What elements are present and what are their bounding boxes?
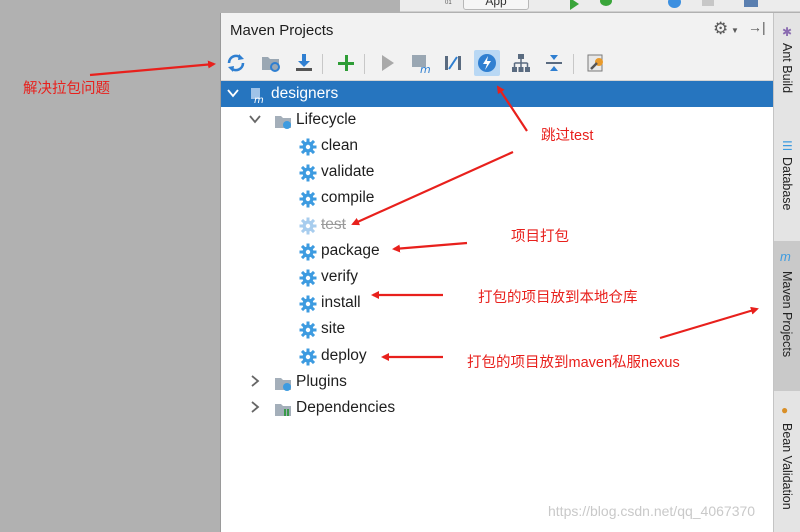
- ant-icon: ✱: [782, 25, 793, 39]
- watermark: https://blog.csdn.net/qq_4067370: [548, 503, 756, 519]
- folder-refresh-icon: [262, 57, 280, 72]
- run-icon[interactable]: [570, 0, 579, 10]
- tree-label-goal: verify: [321, 268, 359, 285]
- gear-icon: [299, 269, 317, 287]
- panel-title: Maven Projects: [230, 22, 334, 39]
- tree-node-goal-test[interactable]: test: [221, 212, 774, 238]
- annotation-package: 项目打包: [511, 229, 569, 245]
- chevron-right-icon[interactable]: [248, 374, 262, 388]
- tree-node-goal-package[interactable]: package: [221, 238, 774, 264]
- tree-label-goal: clean: [321, 137, 359, 154]
- tree-node-dependencies[interactable]: Dependencies: [221, 395, 774, 421]
- plus-icon: [338, 55, 354, 71]
- chevron-down-icon[interactable]: ▼: [731, 26, 739, 35]
- lightning-icon: [478, 54, 496, 72]
- tree-label-goal: validate: [321, 163, 375, 181]
- annotation-reimport: 解决拉包问题: [23, 81, 110, 97]
- toggle-offline-button[interactable]: [440, 50, 466, 76]
- gear-icon: [299, 295, 317, 313]
- annotation-skip-test: 跳过test: [541, 128, 594, 144]
- gear-icon: [299, 164, 317, 182]
- tab-maven-projects[interactable]: m Maven Projects: [774, 241, 800, 391]
- hide-panel-icon[interactable]: →|: [748, 19, 766, 35]
- tree-label-goal: site: [321, 320, 346, 338]
- wrench-icon: [587, 54, 603, 72]
- settings-button[interactable]: [583, 50, 609, 76]
- tiny-label: 01: [445, 0, 452, 6]
- execute-goal-button[interactable]: m: [407, 50, 433, 76]
- tree-node-goal-site[interactable]: site: [221, 316, 774, 342]
- svg-text:m: m: [254, 95, 264, 104]
- arrow-reimport: [89, 60, 216, 77]
- tab-bean-validation-label: Bean Validation: [780, 423, 794, 510]
- tab-database[interactable]: ☰ Database: [774, 131, 800, 231]
- tree-label-goal: compile: [321, 189, 375, 207]
- maven-goal-icon: m: [412, 55, 431, 74]
- generate-sources-button[interactable]: [258, 50, 284, 76]
- tree-label-dependencies: Dependencies: [296, 399, 396, 416]
- right-tool-strip: ✱ Ant Build ☰ Database m Maven Projects …: [773, 13, 800, 532]
- maven-toolbar: m: [221, 46, 774, 81]
- bean-icon: ●: [781, 403, 789, 417]
- tree-label-goal: package: [321, 241, 380, 259]
- tree-label-lifecycle: Lifecycle: [296, 111, 357, 128]
- hierarchy-icon: [512, 54, 530, 72]
- ide-top-toolbar: 01 App: [400, 0, 800, 12]
- maven-icon: m: [780, 249, 791, 264]
- download-sources-button[interactable]: [291, 50, 317, 76]
- tab-bean-validation[interactable]: ● Bean Validation: [774, 399, 800, 532]
- collapse-all-button[interactable]: [541, 50, 567, 76]
- structure-icon[interactable]: [744, 0, 758, 7]
- run-config-select[interactable]: App: [463, 0, 529, 10]
- skip-tests-button[interactable]: [474, 50, 500, 76]
- chevron-down-icon[interactable]: [248, 112, 262, 126]
- tree-label-goal: install: [321, 294, 361, 312]
- tree-node-lifecycle[interactable]: Lifecycle: [221, 107, 774, 133]
- folder-plugin-icon: [275, 378, 291, 391]
- stop-icon[interactable]: [702, 0, 714, 6]
- gear-icon: [299, 321, 317, 339]
- collapse-icon: [546, 55, 562, 71]
- chevron-down-icon[interactable]: [226, 86, 240, 100]
- tab-ant-build-label: Ant Build: [780, 43, 794, 94]
- refresh-icon: [227, 54, 245, 72]
- database-icon: ☰: [782, 139, 793, 153]
- show-dependencies-button[interactable]: [508, 50, 534, 76]
- tree-label-goal: deploy: [321, 346, 367, 364]
- tab-maven-projects-label: Maven Projects: [780, 271, 794, 358]
- annotation-install: 打包的项目放到本地仓库: [478, 290, 638, 306]
- tree-label-plugins: Plugins: [296, 373, 347, 390]
- tree-node-goal-compile[interactable]: compile: [221, 185, 774, 211]
- gear-icon[interactable]: ⚙: [713, 19, 728, 39]
- gear-icon: [299, 138, 317, 156]
- annotation-deploy: 打包的项目放到maven私服nexus: [467, 355, 680, 371]
- maven-projects-panel: Maven Projects ⚙ ▼ →| m m designers Life…: [220, 13, 774, 532]
- folder-gear-icon: [275, 116, 291, 129]
- tree-node-plugins[interactable]: Plugins: [221, 369, 774, 395]
- tree-node-project[interactable]: m designers: [221, 81, 774, 107]
- chevron-right-icon[interactable]: [248, 400, 262, 414]
- gear-icon: [299, 217, 317, 235]
- info-icon[interactable]: [668, 0, 681, 8]
- svg-text:m: m: [420, 63, 431, 74]
- add-project-button[interactable]: [333, 50, 359, 76]
- tree-node-goal-validate[interactable]: validate: [221, 159, 774, 185]
- folder-library-icon: [275, 404, 291, 416]
- gear-icon: [299, 243, 317, 261]
- tree-label-project: designers: [271, 85, 339, 102]
- tree-label-goal: test: [321, 215, 346, 233]
- debug-icon[interactable]: [600, 0, 612, 6]
- run-build-button[interactable]: [374, 50, 400, 76]
- gear-icon: [299, 190, 317, 208]
- tab-ant-build[interactable]: ✱ Ant Build: [774, 17, 800, 117]
- panel-header: Maven Projects ⚙ ▼ →|: [221, 13, 774, 46]
- download-icon: [296, 54, 312, 71]
- run-icon: [382, 55, 394, 71]
- maven-project-icon: m: [251, 88, 264, 104]
- tab-database-label: Database: [780, 157, 794, 211]
- gear-icon: [299, 348, 317, 366]
- offline-icon: [445, 56, 461, 70]
- tree-node-goal-clean[interactable]: clean: [221, 133, 774, 159]
- reimport-button[interactable]: [223, 50, 249, 76]
